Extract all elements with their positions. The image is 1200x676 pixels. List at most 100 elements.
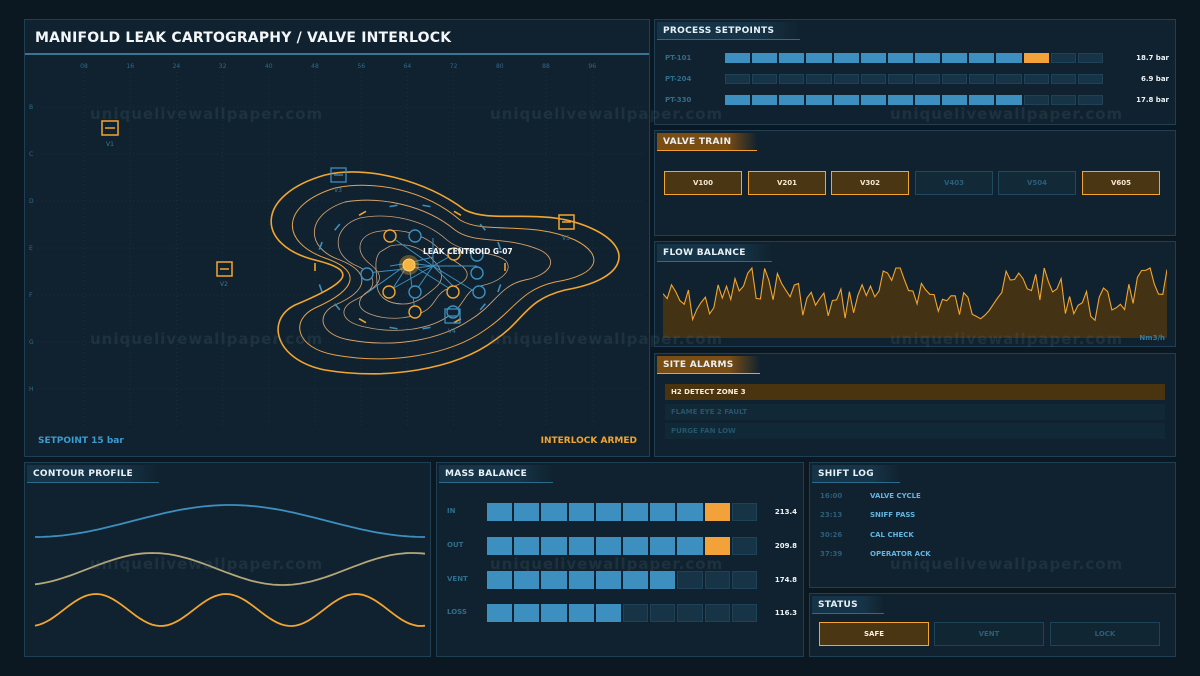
status-vent-button[interactable]: VENT: [934, 622, 1044, 646]
bar-segment: [595, 537, 622, 555]
log-time: 23:13: [820, 511, 843, 519]
mass-balance-panel: MASS BALANCE IN 213.4 OUT 209.8 VENT 174…: [436, 462, 804, 657]
bar-segment: [568, 571, 594, 589]
leak-map-panel: MANIFOLD LEAK CARTOGRAPHY / VALVE INTERL…: [24, 19, 650, 457]
log-time: 16:00: [820, 492, 843, 500]
x-tick-label: 96: [588, 63, 596, 70]
panel-title: SITE ALARMS: [657, 356, 760, 374]
bar-segment: [725, 53, 751, 63]
bar-segment: [1077, 74, 1103, 84]
bar-segment: [704, 571, 730, 589]
bar-segment: [487, 537, 513, 555]
log-event: OPERATOR ACK: [870, 550, 931, 558]
bar-segment: [1023, 53, 1049, 63]
alarm-item[interactable]: PURGE FAN LOW: [665, 423, 1165, 439]
bar-segment: [942, 95, 968, 105]
y-tick-label: G: [29, 339, 34, 346]
x-tick-label: 80: [496, 63, 504, 70]
bar-segment: [806, 95, 832, 105]
setpoint-row: PT-101 18.7 bar: [663, 53, 1169, 65]
valve-button-v100[interactable]: V100: [664, 171, 742, 195]
mass-label: VENT: [447, 575, 468, 583]
bar-segment: [752, 95, 778, 105]
bar-segment: [650, 571, 676, 589]
status-panel: STATUS SAFE VENT LOCK: [809, 593, 1176, 657]
bar-segment: [1050, 53, 1076, 63]
bar-segment: [514, 571, 540, 589]
setpoint-bar: [725, 74, 1103, 84]
contour-tick: [453, 210, 462, 216]
valve-label: V3: [334, 187, 342, 194]
bar-segment: [704, 537, 730, 555]
bar-segment: [514, 604, 540, 622]
bar-segment: [887, 74, 913, 84]
mass-bar: [487, 571, 758, 589]
valve-label: V2: [220, 281, 228, 288]
panel-title: MASS BALANCE: [439, 465, 554, 483]
bar-segment: [704, 604, 730, 622]
sensor-node: [446, 285, 460, 299]
valve-label: V5: [562, 235, 570, 242]
bar-segment: [833, 53, 859, 63]
bar-segment: [623, 503, 649, 521]
panel-title: PROCESS SETPOINTS: [657, 22, 801, 40]
log-event: CAL CHECK: [870, 531, 914, 539]
valve-marker-v1[interactable]: V1: [101, 120, 119, 148]
bar-segment: [731, 604, 758, 622]
alarm-item-active[interactable]: H2 DETECT ZONE 3: [665, 384, 1165, 400]
valve-button-v201[interactable]: V201: [748, 171, 826, 195]
setpoint-label: PT-204: [665, 75, 692, 83]
y-tick-label: H: [29, 386, 34, 393]
bar-segment: [779, 95, 805, 105]
bar-segment: [650, 503, 676, 521]
contour-tick: [358, 318, 367, 324]
bar-segment: [996, 53, 1022, 63]
x-tick-label: 72: [450, 63, 458, 70]
bar-segment: [731, 571, 758, 589]
bar-segment: [1023, 95, 1049, 105]
profile-wave-orange: [34, 593, 426, 627]
status-safe-button[interactable]: SAFE: [819, 622, 929, 646]
bar-segment: [1077, 95, 1103, 105]
bar-segment: [541, 571, 567, 589]
contour-tick: [334, 223, 341, 231]
mass-bar: [487, 537, 758, 555]
bar-segment: [725, 95, 751, 105]
mass-row: IN 213.4: [445, 503, 797, 521]
bar-segment: [541, 604, 567, 622]
bar-segment: [996, 95, 1022, 105]
valve-label: V4: [448, 328, 456, 335]
valve-button-v403[interactable]: V403: [915, 171, 993, 195]
setpoint-value: 17.8 bar: [1136, 96, 1169, 104]
setpoint-label: PT-101: [665, 54, 692, 62]
x-tick-label: 40: [265, 63, 273, 70]
interlock-status: INTERLOCK ARMED: [540, 436, 637, 446]
valve-marker-v2[interactable]: V2: [216, 261, 233, 288]
flow-unit: Nm3/h: [1139, 334, 1165, 342]
status-lock-button[interactable]: LOCK: [1050, 622, 1160, 646]
bar-segment: [833, 95, 859, 105]
bar-segment: [887, 53, 913, 63]
bar-segment: [704, 503, 730, 521]
leak-map[interactable]: 08 16 24 32 40 48 56 64 72 80 88 96 B C D E F G H: [25, 20, 651, 458]
valve-button-v605[interactable]: V605: [1082, 171, 1160, 195]
bar-segment: [541, 537, 567, 555]
sensor-node: [382, 285, 396, 299]
bar-segment: [914, 95, 941, 105]
bar-segment: [487, 571, 513, 589]
centroid-label: LEAK CENTROID G-07: [423, 247, 513, 256]
alarm-item[interactable]: FLAME EYE 2 FAULT: [665, 404, 1165, 420]
bar-segment: [677, 537, 703, 555]
bar-segment: [677, 571, 703, 589]
contour-tick: [389, 204, 398, 208]
valve-button-v504[interactable]: V504: [998, 171, 1076, 195]
contour-tick: [422, 326, 431, 330]
site-alarms-panel: SITE ALARMS H2 DETECT ZONE 3 FLAME EYE 2…: [654, 353, 1176, 457]
setpoint-row: PT-204 6.9 bar: [663, 74, 1169, 86]
bar-segment: [568, 604, 594, 622]
bar-segment: [514, 537, 540, 555]
panel-title: VALVE TRAIN: [657, 133, 758, 151]
valve-button-v302[interactable]: V302: [831, 171, 909, 195]
mass-label: IN: [447, 507, 456, 515]
bar-segment: [942, 74, 968, 84]
